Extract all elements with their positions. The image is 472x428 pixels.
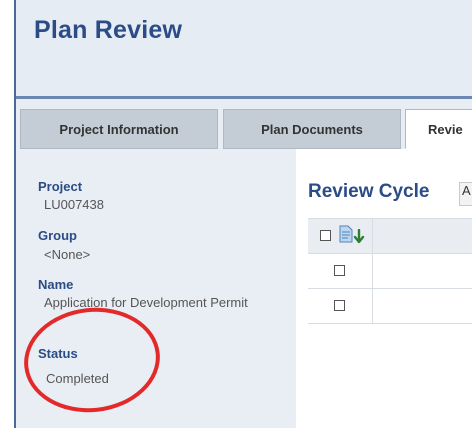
group-label: Group [38,228,77,243]
column-divider [372,289,373,323]
page-title: Plan Review [34,16,183,44]
app-window: Plan Review Project Information Plan Doc… [14,0,472,428]
document-icon [339,225,353,243]
row-checkbox[interactable] [334,265,345,276]
tab-plan-documents[interactable]: Plan Documents [223,109,401,149]
review-cycle-panel: Review Cycle A [296,149,472,428]
project-label: Project [38,179,83,194]
column-divider [372,219,373,253]
review-cycle-select[interactable]: A [459,182,472,206]
project-details-panel: Project LU007438 Group <None> Name Appli… [16,149,296,428]
app-header: Plan Review [16,0,472,99]
status-value: Completed [46,371,109,386]
grid-header-row [308,218,472,254]
tab-project-information[interactable]: Project Information [20,109,218,149]
select-all-checkbox[interactable] [320,230,331,241]
group-value: <None> [44,247,91,262]
review-cycle-title: Review Cycle [308,181,430,202]
table-row [308,254,472,289]
row-checkbox[interactable] [334,300,345,311]
table-row [308,289,472,324]
name-label: Name [38,277,74,292]
project-value: LU007438 [44,197,104,212]
tab-review[interactable]: Revie [405,109,472,149]
tab-bar: Project Information Plan Documents Revie [16,99,472,149]
status-label: Status [38,346,78,361]
name-value: Application for Development Permit [44,295,248,310]
column-divider [372,254,373,288]
review-cycle-grid [308,218,472,324]
download-arrow-icon[interactable] [353,229,365,245]
